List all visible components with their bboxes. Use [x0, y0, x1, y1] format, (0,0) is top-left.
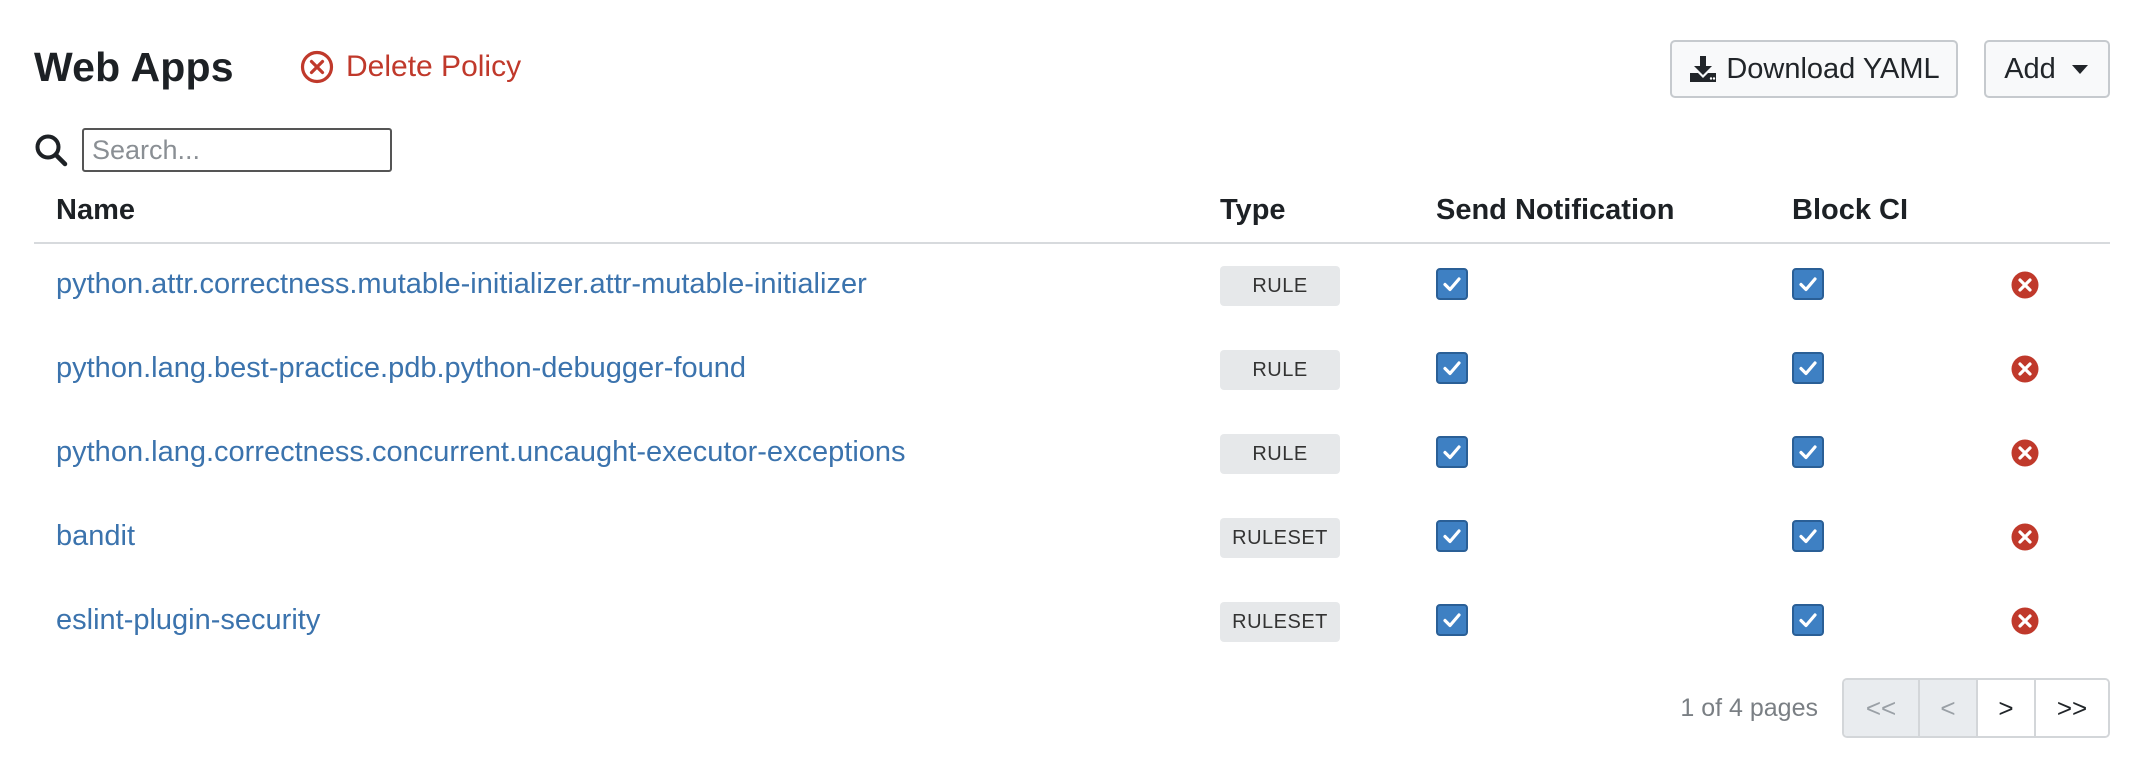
- next-page-button[interactable]: >: [1976, 680, 2034, 736]
- check-icon: [1443, 613, 1461, 628]
- search-input[interactable]: [82, 128, 392, 172]
- check-icon: [1799, 277, 1817, 292]
- block-ci-checkbox[interactable]: [1792, 604, 1824, 636]
- type-badge: RULESET: [1220, 602, 1340, 642]
- download-yaml-button[interactable]: Download YAML: [1670, 40, 1958, 98]
- check-icon: [1799, 529, 1817, 544]
- type-badge: RULE: [1220, 350, 1340, 390]
- rule-name-link[interactable]: eslint-plugin-security: [56, 604, 320, 637]
- download-yaml-label: Download YAML: [1726, 52, 1940, 85]
- type-badge: RULE: [1220, 434, 1340, 474]
- remove-circle-icon[interactable]: [2010, 606, 2040, 636]
- search-icon: [35, 134, 68, 167]
- check-icon: [1799, 445, 1817, 460]
- check-icon: [1443, 361, 1461, 376]
- caret-down-icon: [2071, 65, 2088, 74]
- table-header: Name Type Send Notification Block CI: [34, 180, 2110, 244]
- rule-name-link[interactable]: python.attr.correctness.mutable-initiali…: [56, 268, 867, 301]
- first-page-button[interactable]: <<: [1844, 680, 1918, 736]
- pagination: 1 of 4 pages << < > >>: [1680, 678, 2110, 738]
- rule-name-link[interactable]: python.lang.correctness.concurrent.uncau…: [56, 436, 906, 469]
- check-icon: [1443, 445, 1461, 460]
- circle-x-icon: [300, 50, 334, 84]
- check-icon: [1799, 361, 1817, 376]
- page-header: Web Apps Delete Policy Download YAML Add: [34, 40, 2110, 100]
- table-row: python.lang.best-practice.pdb.python-deb…: [34, 328, 2110, 412]
- block-ci-checkbox[interactable]: [1792, 268, 1824, 300]
- table-row: bandit RULESET: [34, 496, 2110, 580]
- pager-buttons: << < > >>: [1842, 678, 2110, 738]
- remove-circle-icon[interactable]: [2010, 522, 2040, 552]
- page-info: 1 of 4 pages: [1680, 693, 1818, 722]
- check-icon: [1799, 613, 1817, 628]
- column-header-send-notification[interactable]: Send Notification: [1436, 194, 1674, 227]
- column-header-type[interactable]: Type: [1220, 194, 1286, 227]
- block-ci-checkbox[interactable]: [1792, 436, 1824, 468]
- send-notification-checkbox[interactable]: [1436, 352, 1468, 384]
- type-badge: RULE: [1220, 266, 1340, 306]
- delete-policy-label: Delete Policy: [346, 50, 522, 83]
- last-page-button[interactable]: >>: [2034, 680, 2108, 736]
- type-badge: RULESET: [1220, 518, 1340, 558]
- rule-name-link[interactable]: python.lang.best-practice.pdb.python-deb…: [56, 352, 746, 385]
- remove-circle-icon[interactable]: [2010, 354, 2040, 384]
- add-label: Add: [2004, 52, 2056, 85]
- previous-page-button[interactable]: <: [1918, 680, 1976, 736]
- column-header-block-ci[interactable]: Block CI: [1792, 194, 1908, 227]
- table-row: python.lang.correctness.concurrent.uncau…: [34, 412, 2110, 496]
- send-notification-checkbox[interactable]: [1436, 604, 1468, 636]
- delete-policy-button[interactable]: Delete Policy: [300, 50, 521, 84]
- remove-circle-icon[interactable]: [2010, 438, 2040, 468]
- table-row: eslint-plugin-security RULESET: [34, 580, 2110, 664]
- table-row: python.attr.correctness.mutable-initiali…: [34, 244, 2110, 328]
- block-ci-checkbox[interactable]: [1792, 352, 1824, 384]
- send-notification-checkbox[interactable]: [1436, 436, 1468, 468]
- add-dropdown-button[interactable]: Add: [1984, 40, 2110, 98]
- page-title: Web Apps: [34, 44, 234, 90]
- remove-circle-icon[interactable]: [2010, 270, 2040, 300]
- check-icon: [1443, 277, 1461, 292]
- block-ci-checkbox[interactable]: [1792, 520, 1824, 552]
- search-bar: [34, 128, 392, 172]
- rule-name-link[interactable]: bandit: [56, 520, 135, 553]
- column-header-name[interactable]: Name: [56, 194, 135, 227]
- send-notification-checkbox[interactable]: [1436, 268, 1468, 300]
- policy-table: Name Type Send Notification Block CI pyt…: [34, 180, 2110, 664]
- download-icon: [1690, 56, 1717, 82]
- check-icon: [1443, 529, 1461, 544]
- send-notification-checkbox[interactable]: [1436, 520, 1468, 552]
